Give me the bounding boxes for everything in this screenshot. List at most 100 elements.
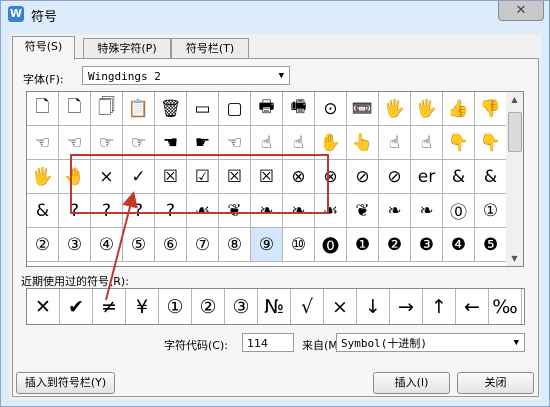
symbol-cell[interactable]: ☝	[411, 126, 443, 160]
symbol-cell[interactable]: 🗑	[155, 92, 187, 126]
scroll-thumb[interactable]	[508, 112, 522, 152]
tab-symbol-bar[interactable]: 符号栏(T)	[171, 38, 249, 59]
symbol-cell[interactable]: ⑦	[187, 228, 219, 262]
recent-symbol-cell[interactable]: ③	[225, 289, 258, 324]
symbol-cell[interactable]: ❧	[283, 194, 315, 228]
symbol-cell[interactable]: ☒	[219, 160, 251, 194]
symbol-cell[interactable]: ①	[475, 194, 507, 228]
recent-symbol-cell[interactable]: →	[390, 289, 423, 324]
recent-symbol-cell[interactable]: ×	[324, 289, 357, 324]
symbol-cell[interactable]: ?	[59, 194, 91, 228]
symbol-cell[interactable]: ❧	[411, 194, 443, 228]
symbol-cell[interactable]: ⊘	[347, 160, 379, 194]
symbol-cell[interactable]: ⊗	[283, 160, 315, 194]
symbol-cell[interactable]: ?	[155, 194, 187, 228]
close-button[interactable]: 关闭	[457, 372, 534, 394]
symbol-cell[interactable]: 🤚	[59, 160, 91, 194]
symbol-cell[interactable]: ☞	[123, 126, 155, 160]
symbol-cell[interactable]: 🖐	[411, 92, 443, 126]
grid-scrollbar[interactable]: ▲ ▼	[506, 91, 524, 267]
symbol-cell[interactable]: ☜	[27, 126, 59, 160]
recent-symbol-cell[interactable]: ②	[192, 289, 225, 324]
tab-special-chars[interactable]: 特殊字符(P)	[83, 38, 171, 59]
symbol-cell[interactable]: ⊙	[315, 92, 347, 126]
symbol-cell[interactable]: ❦	[219, 194, 251, 228]
symbol-cell[interactable]: ☞	[91, 126, 123, 160]
symbol-cell[interactable]: ⑨	[251, 228, 283, 262]
window-close-button[interactable]: ✕	[498, 1, 544, 21]
symbol-cell[interactable]: 👎	[475, 92, 507, 126]
symbol-cell[interactable]: ❸	[411, 228, 443, 262]
symbol-cell[interactable]: &	[443, 160, 475, 194]
symbol-cell[interactable]: &	[27, 194, 59, 228]
symbol-cell[interactable]: ✓	[123, 160, 155, 194]
from-select[interactable]: Symbol(十进制) ▼	[336, 333, 525, 352]
tab-symbol[interactable]: 符号(S)	[12, 36, 75, 60]
symbol-cell[interactable]: 🖐	[27, 160, 59, 194]
symbol-cell[interactable]: 📋	[123, 92, 155, 126]
symbol-cell[interactable]: ☒	[251, 160, 283, 194]
symbol-cell[interactable]: ☝	[251, 126, 283, 160]
symbol-cell[interactable]: 🖐	[379, 92, 411, 126]
symbol-cell[interactable]: 👍	[443, 92, 475, 126]
symbol-cell[interactable]: ☑	[187, 160, 219, 194]
symbol-cell[interactable]: 🗋	[27, 92, 59, 126]
symbol-cell[interactable]: ❹	[443, 228, 475, 262]
symbol-cell[interactable]: ③	[59, 228, 91, 262]
symbol-cell[interactable]: 👇	[475, 126, 507, 160]
symbol-cell[interactable]: ?	[91, 194, 123, 228]
symbol-cell[interactable]: 🗍	[91, 92, 123, 126]
symbol-cell[interactable]: 👆	[347, 126, 379, 160]
symbol-cell[interactable]: er	[411, 160, 443, 194]
symbol-cell[interactable]: ⑤	[123, 228, 155, 262]
symbol-cell[interactable]: ⑥	[155, 228, 187, 262]
recent-symbol-cell[interactable]: ①	[159, 289, 192, 324]
symbol-cell[interactable]: 👇	[443, 126, 475, 160]
symbol-cell[interactable]: 🗋	[59, 92, 91, 126]
symbol-cell[interactable]: ⑩	[283, 228, 315, 262]
symbol-cell[interactable]: ×	[91, 160, 123, 194]
symbol-cell[interactable]: ☜	[59, 126, 91, 160]
symbol-cell[interactable]: ⊗	[315, 160, 347, 194]
symbol-cell[interactable]: ⊘	[379, 160, 411, 194]
symbol-cell[interactable]: ❧	[251, 194, 283, 228]
symbol-cell[interactable]: &	[475, 160, 507, 194]
symbol-cell[interactable]: ▢	[219, 92, 251, 126]
symbol-cell[interactable]: 🖶	[251, 92, 283, 126]
symbol-cell[interactable]: ☒	[155, 160, 187, 194]
recent-symbol-cell[interactable]: №	[258, 289, 291, 324]
symbol-cell[interactable]: ❷	[379, 228, 411, 262]
scroll-up-icon[interactable]: ▲	[506, 92, 523, 107]
insert-button[interactable]: 插入(I)	[373, 372, 450, 394]
symbol-cell[interactable]: ⓿	[315, 228, 347, 262]
recent-symbol-cell[interactable]: ¥	[126, 289, 159, 324]
symbol-cell[interactable]: ②	[27, 228, 59, 262]
recent-symbol-cell[interactable]: ✔	[60, 289, 93, 324]
symbol-cell[interactable]: ⑧	[219, 228, 251, 262]
symbol-cell[interactable]: ☙	[315, 194, 347, 228]
symbol-cell[interactable]: 📼	[347, 92, 379, 126]
recent-symbol-cell[interactable]: ←	[456, 289, 489, 324]
recent-symbol-cell[interactable]: ↑	[423, 289, 456, 324]
symbol-cell[interactable]: ☝	[379, 126, 411, 160]
recent-symbol-cell[interactable]: √	[291, 289, 324, 324]
symbol-cell[interactable]: ✋	[315, 126, 347, 160]
recent-symbol-cell[interactable]: ↓	[357, 289, 390, 324]
symbol-cell[interactable]: ❺	[475, 228, 507, 262]
symbol-cell[interactable]: ?	[123, 194, 155, 228]
recent-symbol-cell[interactable]: ✕	[27, 289, 60, 324]
symbol-cell[interactable]: ❶	[347, 228, 379, 262]
scroll-down-icon[interactable]: ▼	[506, 251, 523, 266]
font-select[interactable]: Wingdings 2 ▼	[82, 66, 290, 85]
symbol-cell[interactable]: ☛	[187, 126, 219, 160]
symbol-cell[interactable]: ☙	[187, 194, 219, 228]
symbol-cell[interactable]: ☚	[155, 126, 187, 160]
symbol-cell[interactable]: 🖷	[283, 92, 315, 126]
symbol-cell[interactable]: ⓪	[443, 194, 475, 228]
symbol-cell[interactable]: ❧	[379, 194, 411, 228]
symbol-cell[interactable]: ▭	[187, 92, 219, 126]
symbol-cell[interactable]: ☜	[219, 126, 251, 160]
char-code-input[interactable]: 114	[242, 333, 294, 352]
insert-to-bar-button[interactable]: 插入到符号栏(Y)	[16, 372, 115, 394]
recent-symbol-cell[interactable]: ≠	[93, 289, 126, 324]
